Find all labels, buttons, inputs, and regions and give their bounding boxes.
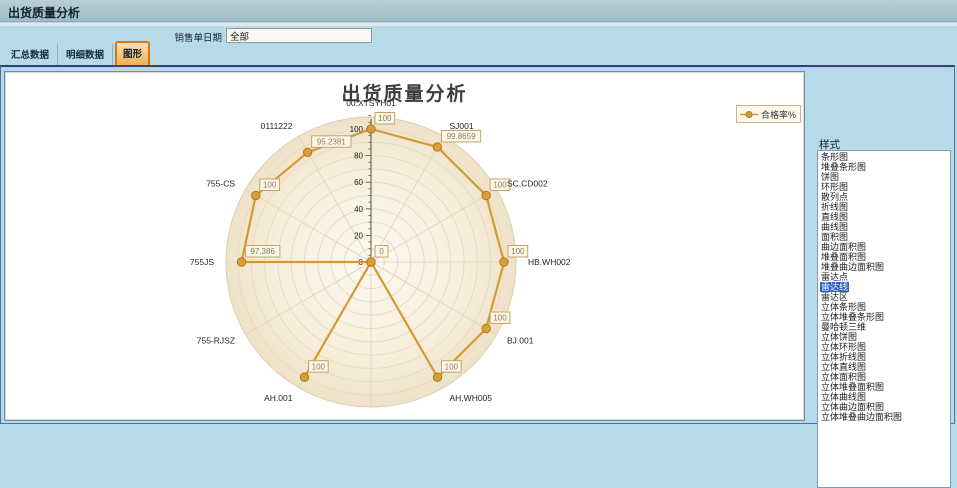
radar-chart: 02040608010010099.8659100100100100010009…	[6, 73, 803, 420]
style-list-item-17[interactable]: 曼哈顿三维	[820, 322, 950, 332]
category-label: AH.001	[264, 393, 293, 403]
value-label: 100	[511, 247, 525, 256]
style-list-item-10[interactable]: 堆叠面积图	[820, 252, 950, 262]
data-point	[482, 324, 490, 332]
style-list-item-4[interactable]: 散列点	[820, 192, 950, 202]
style-list-item-9[interactable]: 曲边面积图	[820, 242, 950, 252]
style-list-item-26[interactable]: 立体堆叠曲边面积图	[820, 412, 950, 422]
style-list-item-18[interactable]: 立体饼图	[820, 332, 950, 342]
data-point	[300, 373, 308, 381]
date-filter-input[interactable]	[226, 28, 372, 43]
category-label: 755JS	[190, 257, 214, 267]
page-title: 出货质量分析	[8, 4, 80, 21]
value-label: 95.2381	[317, 138, 346, 147]
style-list-item-6[interactable]: 直线图	[820, 212, 950, 222]
style-list-item-24[interactable]: 立体曲线图	[820, 392, 950, 402]
data-point	[500, 258, 508, 266]
category-label: HB.WH002	[528, 257, 571, 267]
style-list-item-19[interactable]: 立体环形图	[820, 342, 950, 352]
style-list-item-16[interactable]: 立体堆叠条形图	[820, 312, 950, 322]
tab-chart[interactable]: 图形	[115, 41, 150, 65]
tab-content-area: 出货质量分析 02040608010010099.865910010010010…	[0, 65, 955, 424]
data-point	[303, 148, 311, 156]
value-label: 0	[379, 247, 384, 256]
chart-panel: 出货质量分析 02040608010010099.865910010010010…	[4, 71, 805, 421]
category-label: AH.WH005	[450, 393, 493, 403]
style-list-item-2[interactable]: 饼图	[820, 172, 950, 182]
style-list-item-5[interactable]: 折线图	[820, 202, 950, 212]
category-label: 755-CS	[206, 179, 235, 189]
style-list[interactable]: 条形图堆叠条形图饼图环形图散列点折线图直线图曲线图面积图曲边面积图堆叠面积图堆叠…	[817, 150, 951, 488]
data-point	[433, 143, 441, 151]
value-label: 100	[263, 181, 277, 190]
data-point	[433, 373, 441, 381]
category-label: 755-RJSZ	[197, 336, 235, 346]
tab-summary-data[interactable]: 汇总数据	[3, 44, 58, 65]
data-point	[482, 191, 490, 199]
style-list-item-1[interactable]: 堆叠条形图	[820, 162, 950, 172]
legend-line-marker-icon	[739, 110, 759, 119]
style-list-item-12[interactable]: 雷达点	[820, 272, 950, 282]
style-list-item-25[interactable]: 立体曲边面积图	[820, 402, 950, 412]
chart-legend: 合格率%	[736, 105, 801, 123]
style-list-item-8[interactable]: 面积图	[820, 232, 950, 242]
category-label: SC.CD002	[507, 179, 548, 189]
style-list-item-15[interactable]: 立体条形图	[820, 302, 950, 312]
data-point	[367, 258, 375, 266]
category-label: AH.RH.001	[350, 418, 393, 420]
category-label: 00.XTSYH01	[346, 98, 396, 108]
style-list-item-7[interactable]: 曲线图	[820, 222, 950, 232]
legend-label: 合格率%	[761, 108, 796, 121]
style-list-item-22[interactable]: 立体面积图	[820, 372, 950, 382]
style-list-item-3[interactable]: 环形图	[820, 182, 950, 192]
tab-bar: 汇总数据 明细数据 图形	[0, 45, 957, 65]
axis-tick-label: 40	[354, 205, 363, 214]
value-label: 100	[312, 362, 326, 371]
data-point	[237, 258, 245, 266]
style-list-item-21[interactable]: 立体直线图	[820, 362, 950, 372]
data-point	[367, 125, 375, 133]
value-label: 100	[493, 314, 507, 323]
value-label: 100	[445, 362, 459, 371]
style-list-item-13[interactable]: 雷达线	[820, 282, 950, 292]
style-list-item-23[interactable]: 立体堆叠面积图	[820, 382, 950, 392]
axis-tick-label: 80	[354, 152, 363, 161]
tab-detail-data[interactable]: 明细数据	[58, 44, 113, 65]
value-label: 97.386	[250, 247, 275, 256]
category-label: 0111222	[261, 121, 293, 131]
value-label: 100	[493, 181, 507, 190]
axis-tick-label: 20	[354, 231, 363, 240]
category-label: SJ001	[450, 121, 474, 131]
category-label: BJ.001	[507, 336, 534, 346]
style-list-item-14[interactable]: 雷达区	[820, 292, 950, 302]
data-point	[252, 191, 260, 199]
window-titlebar: 出货质量分析	[0, 0, 957, 22]
value-label: 99.8659	[447, 132, 476, 141]
style-list-item-11[interactable]: 堆叠曲边面积图	[820, 262, 950, 272]
value-label: 100	[378, 114, 392, 123]
style-list-item-20[interactable]: 立体折线图	[820, 352, 950, 362]
style-list-item-0[interactable]: 条形图	[820, 152, 950, 162]
axis-tick-label: 60	[354, 178, 363, 187]
